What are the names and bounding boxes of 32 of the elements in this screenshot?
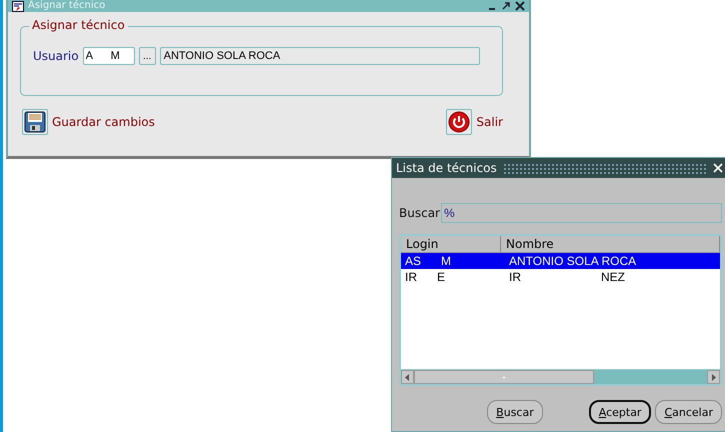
table-cell-text: IR E xyxy=(404,269,446,285)
group-title: Asignar técnico xyxy=(29,18,128,32)
name-field: ANTONIO SOLA ROCA xyxy=(160,47,480,65)
dialog-button[interactable]: Cancelar xyxy=(655,400,722,424)
table-row[interactable]: IR E IR NEZ xyxy=(401,269,720,285)
app-icon xyxy=(12,0,24,12)
table-cell-text: ANTONIO SOLA ROCA xyxy=(508,253,638,269)
power-icon xyxy=(448,111,470,133)
column-header[interactable]: Login xyxy=(401,236,501,252)
restore-icon[interactable] xyxy=(501,1,511,11)
dialog-title: Lista de técnicos xyxy=(396,161,497,175)
search-label: Buscar xyxy=(399,206,440,220)
horizontal-scrollbar[interactable] xyxy=(401,369,720,384)
dialog-button[interactable]: Buscar xyxy=(487,400,543,424)
table-row[interactable]: AS M ANTONIO SOLA ROCA xyxy=(401,253,720,269)
table-cell-text: AS M xyxy=(404,253,452,269)
search-field[interactable]: % xyxy=(440,203,722,223)
login-field[interactable]: A M xyxy=(82,47,135,65)
scroll-left-icon[interactable] xyxy=(401,370,414,384)
field-label: Usuario xyxy=(33,49,79,63)
close-icon[interactable] xyxy=(515,1,525,11)
column-header[interactable]: Nombre xyxy=(501,236,720,252)
save-label[interactable]: Guardar cambios xyxy=(52,115,155,129)
table-cell-text: IR NEZ xyxy=(508,269,626,285)
save-button[interactable] xyxy=(22,109,48,135)
scroll-right-icon[interactable] xyxy=(707,370,720,384)
dialog-button[interactable]: Aceptar xyxy=(588,400,652,424)
exit-button[interactable] xyxy=(446,109,472,135)
window-title: Asignar técnico xyxy=(28,0,106,12)
lookup-button[interactable]: ... xyxy=(138,47,156,65)
exit-label[interactable]: Salir xyxy=(476,115,503,129)
scroll-thumb[interactable] xyxy=(414,370,594,384)
